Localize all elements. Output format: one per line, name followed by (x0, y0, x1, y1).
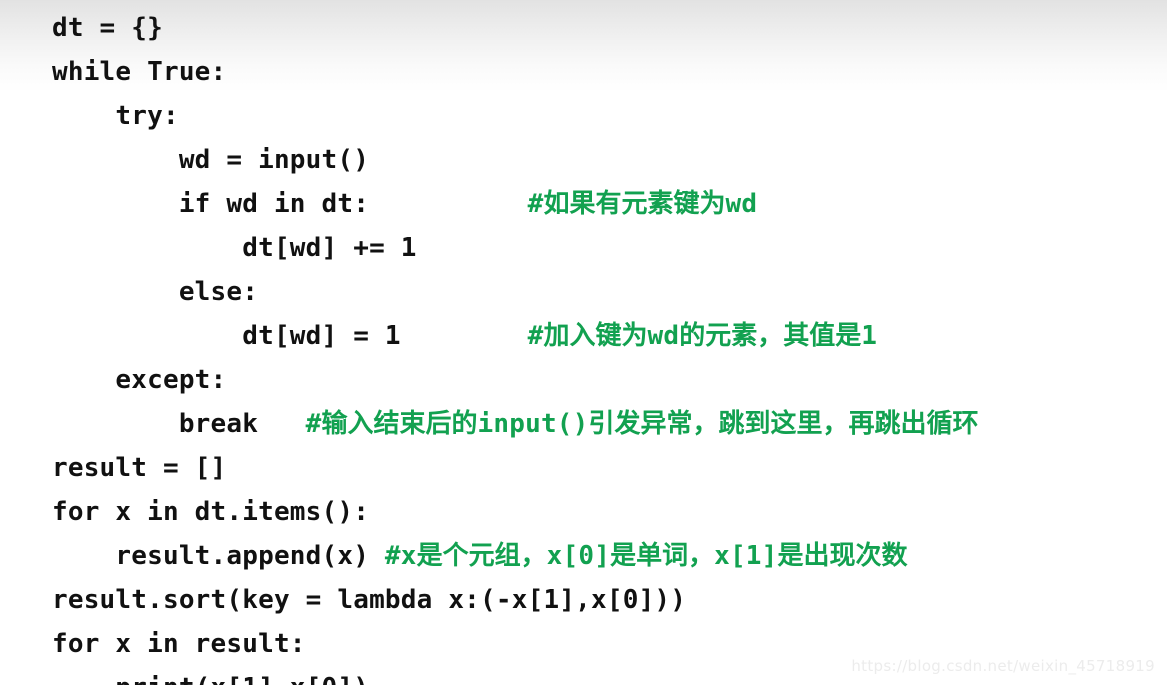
code-line-source: else: (52, 277, 259, 307)
code-line-source: result.append(x) (52, 541, 385, 571)
code-line: dt[wd] += 1 (52, 226, 1167, 270)
code-line: result = [] (52, 446, 1167, 490)
code-line-comment: #加入键为wd的元素，其值是1 (527, 321, 878, 351)
code-line-source: if wd in dt: (52, 189, 528, 219)
code-line: while True: (52, 50, 1167, 94)
code-line: result.sort(key = lambda x:(-x[1],x[0])) (52, 578, 1167, 622)
code-line: dt = {} (52, 6, 1167, 50)
code-line: if wd in dt: #如果有元素键为wd (52, 182, 1167, 226)
code-line: else: (52, 270, 1167, 314)
slide-canvas: dt = {} while True: try: wd = input() if … (0, 0, 1167, 685)
code-line-comment: #如果有元素键为wd (527, 189, 758, 219)
code-line-comment: #输入结束后的input()引发异常，跳到这里，再跳出循环 (305, 409, 979, 439)
code-line-source: for x in result: (52, 629, 306, 659)
code-line: break #输入结束后的input()引发异常，跳到这里，再跳出循环 (52, 402, 1167, 446)
code-line: try: (52, 94, 1167, 138)
code-line-comment: #x是个元组，x[0]是单词，x[1]是出现次数 (384, 541, 908, 571)
code-line: except: (52, 358, 1167, 402)
code-line: wd = input() (52, 138, 1167, 182)
code-line-source: dt = {} (52, 13, 163, 43)
code-block: dt = {} while True: try: wd = input() if … (52, 6, 1167, 685)
code-line-source: print(x[1],x[0]) (52, 673, 369, 685)
code-line-source: result = [] (52, 453, 227, 483)
code-line-source: for x in dt.items(): (52, 497, 370, 527)
watermark-url: https://blog.csdn.net/weixin_45718919 (851, 657, 1155, 675)
code-line-source: dt[wd] += 1 (52, 233, 417, 263)
code-line-source: except: (52, 365, 227, 395)
code-line: result.append(x) #x是个元组，x[0]是单词，x[1]是出现次… (52, 534, 1167, 578)
code-line-source: while True: (52, 57, 227, 87)
code-line-source: try: (52, 101, 179, 131)
code-line-source: result.sort(key = lambda x:(-x[1],x[0])) (52, 585, 687, 615)
code-line-source: wd = input() (52, 145, 370, 175)
code-line-source: dt[wd] = 1 (52, 321, 528, 351)
code-line-source: break (52, 409, 306, 439)
code-line: dt[wd] = 1 #加入键为wd的元素，其值是1 (52, 314, 1167, 358)
code-line: for x in dt.items(): (52, 490, 1167, 534)
